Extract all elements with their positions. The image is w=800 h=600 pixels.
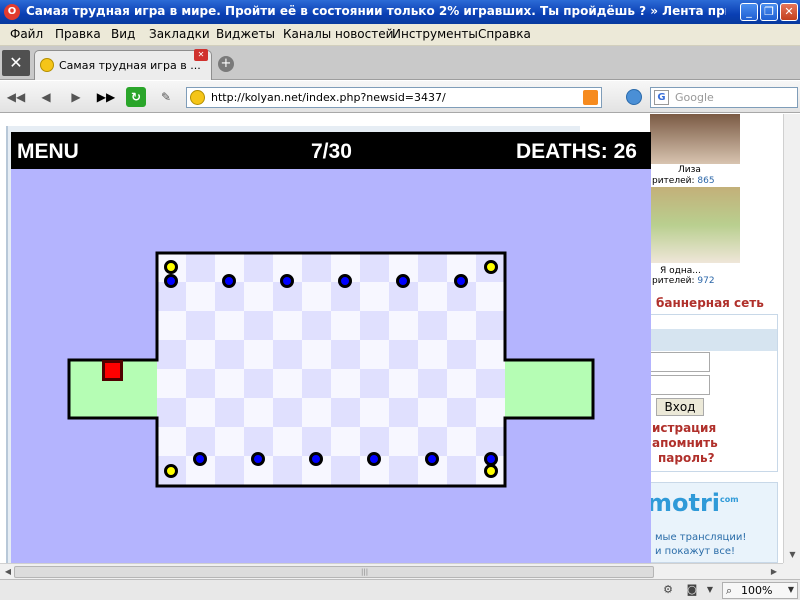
minimize-button[interactable]: _ — [740, 3, 758, 21]
enemy-dot — [309, 452, 323, 466]
menu-file[interactable]: Файл — [10, 27, 43, 41]
url-text: http://kolyan.net/index.php?newsid=3437/ — [211, 91, 446, 104]
enemy-dot — [222, 274, 236, 288]
menu-widgets[interactable]: Виджеты — [216, 27, 275, 41]
enemy-dot — [280, 274, 294, 288]
enemy-dot — [193, 452, 207, 466]
user2-views-label: рителей: — [652, 276, 695, 286]
user2-views: рителей: 972 — [652, 276, 715, 286]
tab-game[interactable]: Самая трудная игра в ... ✕ — [34, 49, 212, 80]
ad-text-line2: и покажут все! — [655, 546, 735, 557]
ad-text-line1: мые трансляции! — [655, 532, 747, 543]
opera-icon: O — [4, 4, 20, 20]
player-square[interactable] — [102, 360, 123, 381]
menu-help[interactable]: Справка — [478, 27, 531, 41]
coin — [164, 464, 178, 478]
title-bar: O Самая трудная игра в мире. Пройти её в… — [0, 0, 800, 24]
enemy-dot — [367, 452, 381, 466]
window-title: Самая трудная игра в мире. Пройти её в с… — [26, 4, 726, 18]
zoom-dropdown-arrow-icon[interactable]: ▼ — [788, 585, 794, 594]
user1-name[interactable]: Лиза — [678, 165, 701, 175]
fast-forward-icon[interactable]: ▶▶ — [96, 87, 116, 107]
tab-label: Самая трудная игра в ... — [59, 59, 201, 72]
scroll-grip-icon: ||| — [361, 568, 369, 576]
user-photo-2[interactable] — [650, 187, 740, 263]
register-link[interactable]: истрация — [652, 421, 716, 435]
restore-button[interactable]: ❐ — [760, 3, 778, 21]
vertical-scrollbar[interactable]: ▼ — [783, 114, 800, 563]
tools-icon[interactable]: ✕ — [2, 50, 30, 76]
site-favicon-icon — [190, 90, 205, 105]
navigation-bar: ◀◀ ◀ ▶ ▶▶ ↻ ✎ http://kolyan.net/index.ph… — [0, 81, 800, 113]
enemy-dot — [396, 274, 410, 288]
enemy-dot — [164, 274, 178, 288]
menu-bookmarks[interactable]: Закладки — [149, 27, 210, 41]
banner-network-link[interactable]: баннерная сеть — [656, 296, 764, 310]
game-canvas[interactable]: MENU 7/30 DEATHS: 26 — [11, 132, 651, 563]
reload-icon[interactable]: ↻ — [126, 87, 146, 107]
coin — [164, 260, 178, 274]
smotri-logo-suffix: com — [720, 495, 739, 504]
new-tab-icon[interactable]: + — [218, 56, 234, 72]
smotri-logo-text: motri — [647, 489, 721, 517]
enemy-dot — [338, 274, 352, 288]
login-button[interactable]: Вход — [656, 398, 704, 416]
smotri-logo: motricom — [647, 489, 739, 517]
enemy-dot — [454, 274, 468, 288]
rss-icon[interactable] — [583, 90, 598, 105]
scrollbar-corner — [783, 563, 800, 579]
coin — [484, 260, 498, 274]
user-photo-1[interactable] — [650, 114, 740, 164]
camera-menu-arrow-icon[interactable]: ▼ — [702, 583, 718, 597]
remember-link[interactable]: апомнить — [652, 436, 718, 450]
scroll-down-arrow-icon[interactable]: ▼ — [786, 548, 799, 561]
enemy-dot — [251, 452, 265, 466]
menu-feeds[interactable]: Каналы новостей — [283, 27, 393, 41]
horizontal-scroll-thumb[interactable]: ||| — [14, 566, 654, 578]
network-icon[interactable]: ⚙ — [660, 583, 676, 597]
login-password-input[interactable] — [644, 375, 710, 395]
search-field[interactable]: G Google — [650, 87, 798, 108]
level-outline — [67, 251, 595, 488]
page-viewport: Лиза рителей: 865 Я одна... рителей: 972… — [0, 114, 783, 563]
globe-icon[interactable] — [626, 89, 642, 105]
horizontal-scrollbar[interactable]: ◀ ||| ▶ — [0, 563, 783, 579]
login-username-input[interactable] — [644, 352, 710, 372]
smiley-favicon-icon — [40, 58, 54, 72]
enemy-dot — [425, 452, 439, 466]
user1-views-count: 865 — [697, 176, 715, 186]
scroll-right-arrow-icon[interactable]: ▶ — [768, 566, 780, 578]
user1-views: рителей: 865 — [652, 176, 715, 186]
menu-edit[interactable]: Правка — [55, 27, 101, 41]
status-bar: ⚙ ◙ ▼ ⌕ 100% ▼ — [0, 579, 800, 600]
zoom-control[interactable]: ⌕ 100% ▼ — [722, 582, 798, 599]
forward-icon[interactable]: ▶ — [66, 87, 86, 107]
camera-icon[interactable]: ◙ — [684, 583, 700, 597]
google-icon[interactable]: G — [654, 90, 669, 105]
menu-view[interactable]: Вид — [111, 27, 135, 41]
user1-views-label: рителей: — [652, 176, 695, 186]
forgot-password-link[interactable]: пароль? — [658, 451, 715, 465]
address-field[interactable]: http://kolyan.net/index.php?newsid=3437/ — [186, 87, 602, 108]
zoom-level: 100% — [741, 584, 773, 597]
scroll-left-arrow-icon[interactable]: ◀ — [2, 566, 14, 578]
rewind-icon[interactable]: ◀◀ — [6, 87, 26, 107]
magnifier-icon: ⌕ — [726, 584, 733, 597]
user2-name[interactable]: Я одна... — [660, 266, 701, 276]
close-tab-icon[interactable]: ✕ — [194, 49, 208, 61]
coin — [484, 464, 498, 478]
menu-bar: Файл Правка Вид Закладки Виджеты Каналы … — [0, 24, 800, 46]
close-window-button[interactable]: ✕ — [780, 3, 798, 21]
user2-views-count: 972 — [697, 276, 715, 286]
search-placeholder: Google — [675, 91, 714, 104]
menu-tools[interactable]: Инструменты — [392, 27, 478, 41]
tab-bar: ✕ Самая трудная игра в ... ✕ + — [0, 46, 800, 80]
edit-pen-icon[interactable]: ✎ — [156, 87, 176, 107]
back-icon[interactable]: ◀ — [36, 87, 56, 107]
